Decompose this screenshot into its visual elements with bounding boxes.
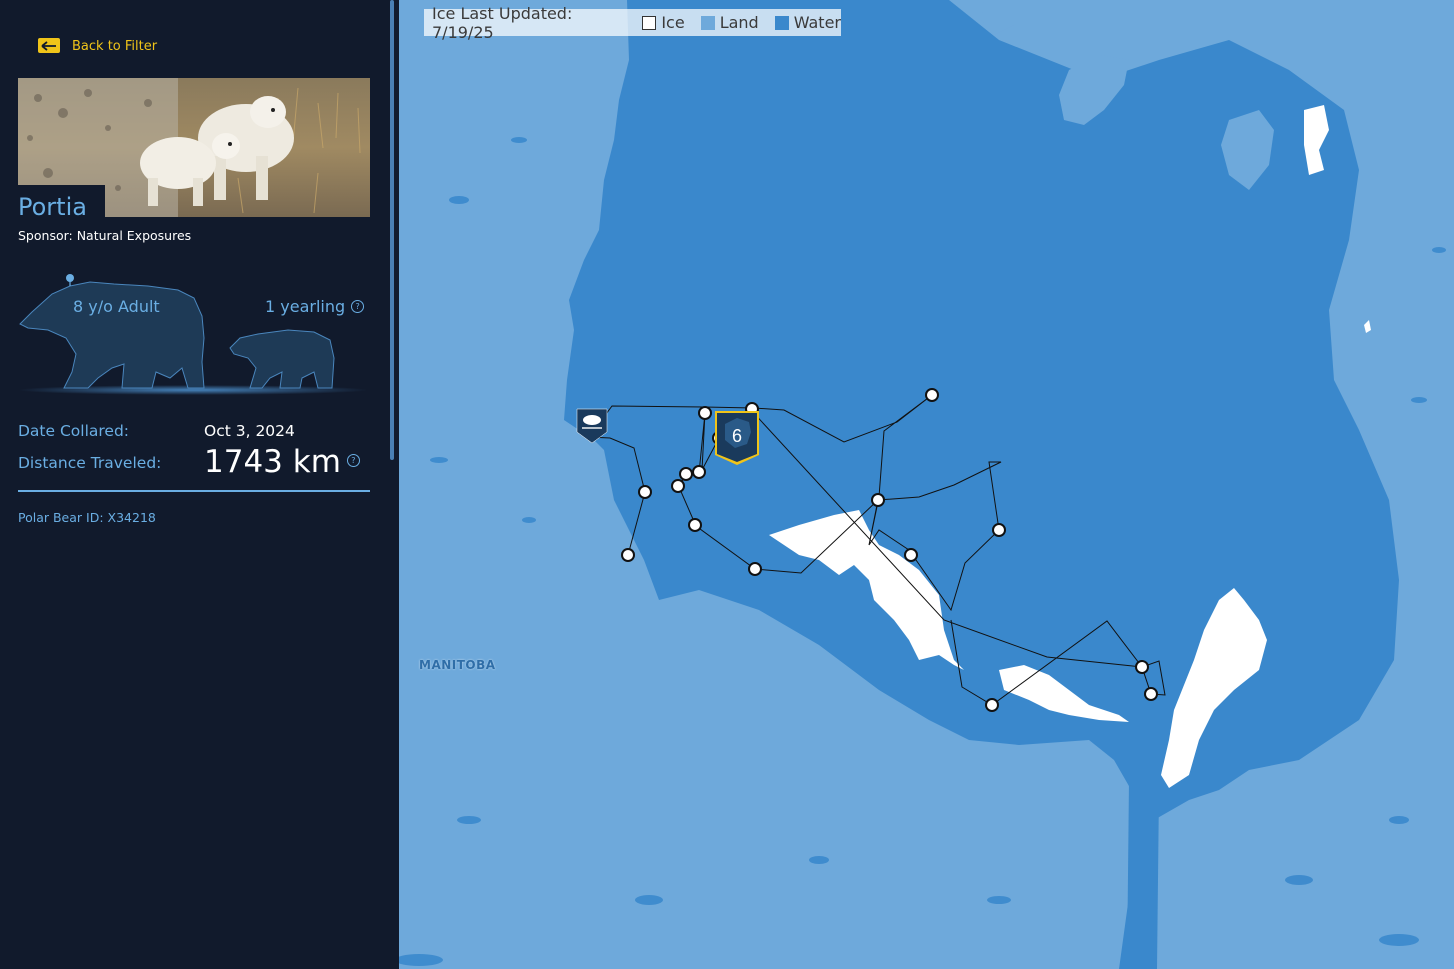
cub-silhouette <box>229 329 335 389</box>
collar-pin-icon <box>66 274 74 282</box>
track-waypoint[interactable] <box>688 518 702 532</box>
distance-traveled-value: 1743 km <box>204 444 341 480</box>
hudson-bay-water <box>564 0 1399 969</box>
sea-ice-fleck <box>1364 320 1371 333</box>
track-waypoint[interactable] <box>692 465 706 479</box>
legend-title: Ice Last Updated: 7/19/25 <box>432 3 573 42</box>
arrow-left-icon <box>38 38 60 53</box>
ice-swatch <box>642 15 657 30</box>
legend-label-ice: Ice <box>661 13 685 32</box>
land-swatch <box>700 15 715 30</box>
track-waypoint[interactable] <box>904 548 918 562</box>
legend-item-land: Land <box>700 13 759 32</box>
distance-traveled: 1743 km ? <box>204 444 360 480</box>
water-swatch <box>774 15 789 30</box>
bear-name: Portia <box>18 193 87 221</box>
track-waypoint[interactable] <box>985 698 999 712</box>
date-collared-label: Date Collared: <box>18 422 130 440</box>
cub-label: 1 yearling ? <box>265 297 365 316</box>
island-top-right <box>1309 0 1349 40</box>
tracking-map[interactable]: 6 MANITOBA <box>399 0 1454 969</box>
map-legend: Ice Last Updated: 7/19/25 Ice Land Water <box>424 4 841 42</box>
back-to-filter-label: Back to Filter <box>72 39 158 54</box>
bear-profile-sidebar: Back to Filter Portia Sponsor: Natural E… <box>0 0 388 969</box>
legend-item-ice: Ice <box>642 13 685 32</box>
age-label: 8 y/o Adult <box>73 297 160 316</box>
help-icon[interactable]: ? <box>351 300 365 313</box>
track-waypoint[interactable] <box>1135 660 1149 674</box>
cluster-marker[interactable]: 6 <box>715 411 759 465</box>
track-waypoint[interactable] <box>671 479 685 493</box>
track-waypoint[interactable] <box>748 562 762 576</box>
track-waypoint[interactable] <box>698 406 712 420</box>
southern-channel-water <box>1127 780 1159 969</box>
distance-traveled-label: Distance Traveled: <box>18 454 162 472</box>
legend-label-water: Water <box>793 13 841 32</box>
track-waypoint[interactable] <box>1144 687 1158 701</box>
track-waypoint[interactable] <box>992 523 1006 537</box>
island-top <box>981 0 1019 35</box>
track-waypoint[interactable] <box>871 493 885 507</box>
map-canvas[interactable]: 6 <box>399 0 1454 969</box>
sponsor-text: Sponsor: Natural Exposures <box>18 228 192 243</box>
track-waypoint[interactable] <box>638 485 652 499</box>
back-to-filter-link[interactable]: Back to Filter <box>38 37 157 54</box>
date-collared-value: Oct 3, 2024 <box>204 422 295 440</box>
province-label: MANITOBA <box>419 658 496 672</box>
cluster-count: 6 <box>732 426 742 446</box>
legend-label-land: Land <box>719 13 759 32</box>
track-waypoint[interactable] <box>679 467 693 481</box>
track-waypoint[interactable] <box>925 388 939 402</box>
family-silhouettes <box>18 274 368 395</box>
help-icon[interactable]: ? <box>346 454 360 467</box>
legend-item-water: Water <box>774 13 841 32</box>
sidebar-scrollbar[interactable] <box>390 0 394 460</box>
cub-label-text: 1 yearling <box>265 297 346 316</box>
track-waypoint[interactable] <box>621 548 635 562</box>
stats-divider <box>18 490 370 492</box>
bear-id: Polar Bear ID: X34218 <box>18 510 156 525</box>
